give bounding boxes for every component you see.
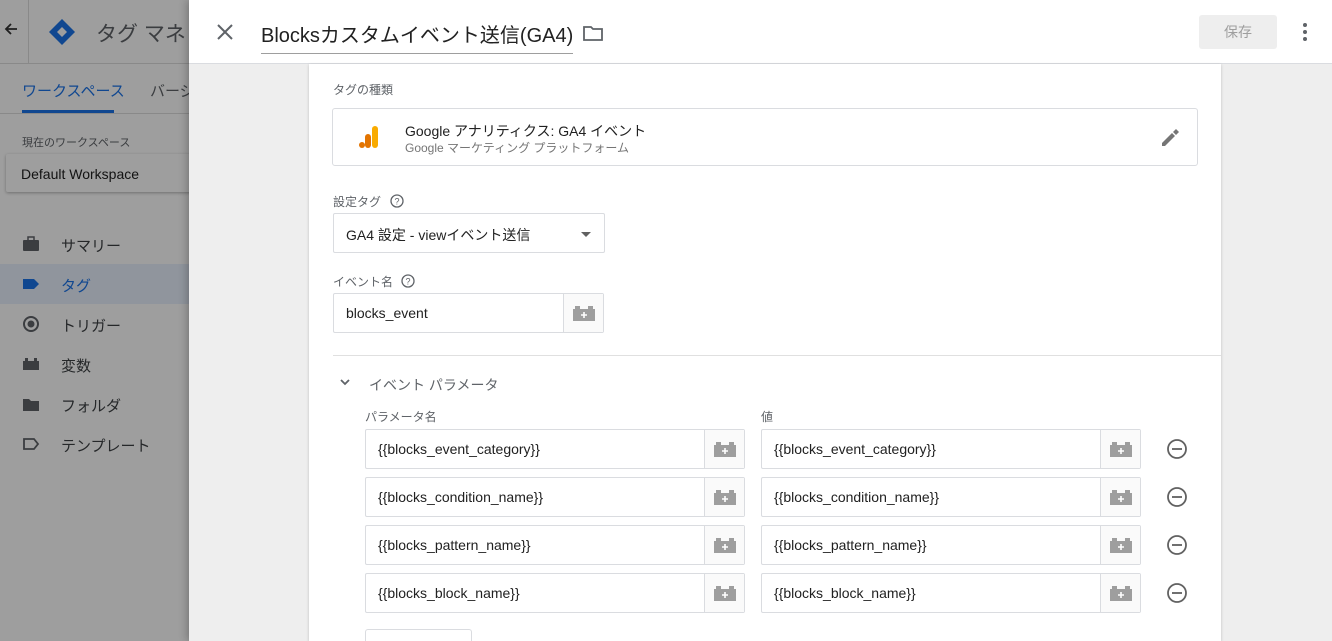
variable-brick-icon (714, 586, 736, 601)
event-params-toggle[interactable]: イベント パラメータ (333, 370, 533, 394)
tag-name-title[interactable]: Blocksカスタムイベント送信(GA4) (261, 19, 574, 54)
param-value-header: 値 (761, 410, 774, 424)
remove-row-icon[interactable] (1166, 582, 1188, 604)
param-name-header: パラメータ名 (365, 410, 437, 424)
variable-picker-button[interactable] (1100, 430, 1140, 468)
svg-text:?: ? (405, 277, 410, 287)
variable-brick-icon (1110, 538, 1132, 553)
svg-text:?: ? (394, 197, 399, 207)
param-name-value: {{blocks_event_category}} (378, 441, 540, 457)
remove-row-icon[interactable] (1166, 534, 1188, 556)
add-row-button[interactable] (365, 629, 472, 641)
param-name-value: {{blocks_condition_name}} (378, 489, 544, 505)
variable-picker-button[interactable] (1100, 478, 1140, 516)
param-name-field[interactable]: {{blocks_event_category}} (365, 429, 745, 469)
config-tag-dropdown[interactable]: GA4 設定 - viewイベント送信 (333, 213, 605, 253)
variable-picker-button[interactable] (1100, 574, 1140, 612)
param-value-value: {{blocks_pattern_name}} (774, 537, 927, 553)
variable-brick-icon (1110, 586, 1132, 601)
variable-brick-icon (714, 490, 736, 505)
param-value-field[interactable]: {{blocks_pattern_name}} (761, 525, 1141, 565)
param-name-value: {{blocks_block_name}} (378, 585, 520, 601)
variable-picker-button[interactable] (704, 430, 744, 468)
variable-brick-icon (714, 538, 736, 553)
variable-picker-button[interactable] (563, 294, 603, 332)
remove-row-icon[interactable] (1166, 438, 1188, 460)
variable-picker-button[interactable] (704, 574, 744, 612)
help-icon[interactable]: ? (390, 194, 404, 208)
param-name-field[interactable]: {{blocks_pattern_name}} (365, 525, 745, 565)
tag-type-vendor: Google マーケティング プラットフォーム (405, 141, 630, 155)
param-name-value: {{blocks_pattern_name}} (378, 537, 531, 553)
drawer-header: Blocksカスタムイベント送信(GA4) 保存 (189, 0, 1332, 64)
chevron-down-icon (340, 379, 350, 386)
param-value-field[interactable]: {{blocks_block_name}} (761, 573, 1141, 613)
remove-row-icon[interactable] (1166, 486, 1188, 508)
variable-brick-icon (714, 442, 736, 457)
param-name-field[interactable]: {{blocks_condition_name}} (365, 477, 745, 517)
dropdown-arrow-icon (581, 232, 591, 237)
event-name-value: blocks_event (346, 305, 428, 321)
variable-brick-icon (1110, 490, 1132, 505)
param-value-field[interactable]: {{blocks_condition_name}} (761, 477, 1141, 517)
param-value-value: {{blocks_block_name}} (774, 585, 916, 601)
variable-picker-button[interactable] (1100, 526, 1140, 564)
save-button[interactable]: 保存 (1199, 15, 1277, 49)
variable-brick-icon (573, 306, 595, 321)
event-name-label: イベント名 (333, 275, 394, 289)
param-value-field[interactable]: {{blocks_event_category}} (761, 429, 1141, 469)
tag-editor-drawer: Blocksカスタムイベント送信(GA4) 保存 タグの種類 Google アナ… (189, 0, 1332, 641)
variable-picker-button[interactable] (704, 526, 744, 564)
more-vert-icon[interactable] (1295, 20, 1315, 44)
event-params-title: イベント パラメータ (369, 377, 499, 393)
tag-type-selector[interactable]: Google アナリティクス: GA4 イベント Google マーケティング … (332, 108, 1198, 166)
tag-type-label: タグの種類 (333, 83, 394, 97)
folder-icon[interactable] (582, 22, 604, 44)
config-tag-label: 設定タグ (333, 195, 382, 209)
param-name-field[interactable]: {{blocks_block_name}} (365, 573, 745, 613)
tag-config-card: タグの種類 Google アナリティクス: GA4 イベント Google マー… (309, 64, 1221, 641)
edit-pencil-icon[interactable] (1159, 127, 1181, 149)
section-divider (333, 355, 1221, 356)
param-value-value: {{blocks_condition_name}} (774, 489, 940, 505)
google-analytics-icon (359, 126, 378, 148)
param-value-value: {{blocks_event_category}} (774, 441, 936, 457)
tag-type-name: Google アナリティクス: GA4 イベント (405, 123, 647, 139)
close-icon[interactable] (213, 20, 237, 44)
event-name-field[interactable]: blocks_event (333, 293, 604, 333)
variable-picker-button[interactable] (704, 478, 744, 516)
config-tag-value: GA4 設定 - viewイベント送信 (346, 227, 531, 243)
variable-brick-icon (1110, 442, 1132, 457)
help-icon[interactable]: ? (401, 274, 415, 288)
